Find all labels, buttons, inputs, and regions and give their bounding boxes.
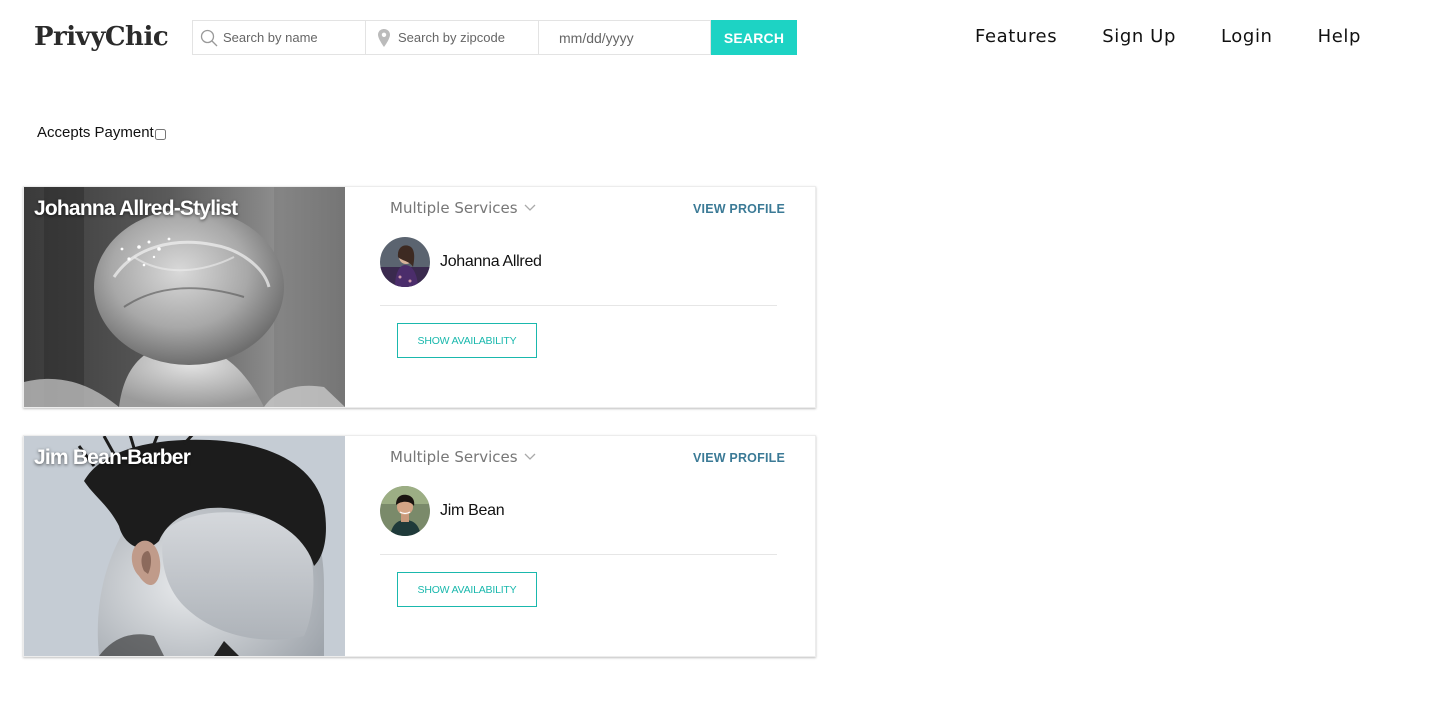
divider (380, 554, 777, 555)
services-dropdown[interactable]: Multiple Services (390, 448, 536, 466)
date-input[interactable] (559, 21, 710, 54)
services-label: Multiple Services (390, 199, 518, 217)
listing-title: Jim Bean-Barber (34, 446, 191, 469)
services-label: Multiple Services (390, 448, 518, 466)
search-bar: SEARCH (192, 20, 797, 55)
show-availability-button[interactable]: SHOW AVAILABILITY (397, 572, 537, 607)
search-zip-field[interactable] (365, 20, 538, 55)
show-availability-button[interactable]: SHOW AVAILABILITY (397, 323, 537, 358)
search-name-input[interactable] (223, 21, 365, 54)
services-dropdown[interactable]: Multiple Services (390, 199, 536, 217)
view-profile-link[interactable]: VIEW PROFILE (693, 202, 785, 216)
stylist-name[interactable]: Jim Bean (440, 502, 505, 520)
chevron-down-icon (524, 204, 536, 211)
listing-photo[interactable]: Jim Bean-Barber (24, 436, 345, 656)
search-button[interactable]: SEARCH (711, 20, 797, 55)
nav-login[interactable]: Login (1221, 26, 1273, 47)
search-zip-input[interactable] (398, 21, 538, 54)
stylist-info: Johanna Allred (380, 237, 542, 287)
search-icon (199, 28, 219, 48)
nav-help[interactable]: Help (1318, 26, 1361, 47)
listing-details: Multiple Services VIEW PROFILE Jim Bean (345, 436, 815, 656)
accepts-payment-filter: Accepts Payment (37, 124, 166, 141)
stylist-info: Jim Bean (380, 486, 505, 536)
avatar[interactable] (380, 486, 430, 536)
main-nav: Features Sign Up Login Help (975, 26, 1406, 47)
search-name-field[interactable] (192, 20, 365, 55)
avatar[interactable] (380, 237, 430, 287)
chevron-down-icon (524, 453, 536, 460)
map-pin-icon (374, 28, 394, 48)
listing-details: Multiple Services VIEW PROFILE Johanna A… (345, 187, 815, 407)
divider (380, 305, 777, 306)
listing-card: Jim Bean-Barber Multiple Services VIEW P… (23, 435, 816, 657)
listing-card: Johanna Allred-Stylist Multiple Services… (23, 186, 816, 408)
logo[interactable]: PrivyChic (34, 22, 169, 52)
date-field[interactable] (538, 20, 711, 55)
listing-photo[interactable]: Johanna Allred-Stylist (24, 187, 345, 407)
view-profile-link[interactable]: VIEW PROFILE (693, 451, 785, 465)
accepts-payment-label: Accepts Payment (37, 124, 154, 141)
accepts-payment-checkbox[interactable] (154, 128, 166, 140)
stylist-name[interactable]: Johanna Allred (440, 253, 542, 271)
listing-title: Johanna Allred-Stylist (34, 197, 238, 220)
nav-features[interactable]: Features (975, 26, 1057, 47)
nav-sign-up[interactable]: Sign Up (1102, 26, 1176, 47)
